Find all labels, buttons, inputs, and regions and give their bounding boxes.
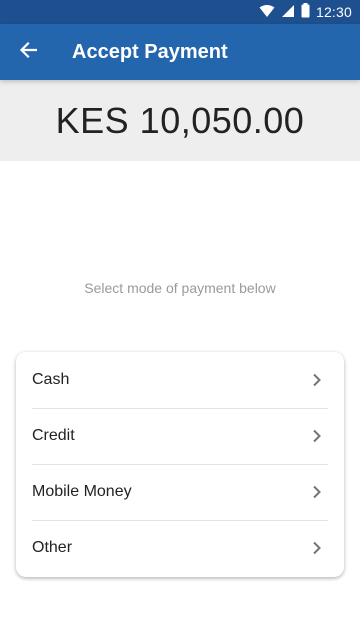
wifi-icon — [259, 4, 275, 21]
option-label: Mobile Money — [32, 483, 132, 500]
signal-icon — [281, 4, 295, 21]
page-title: Accept Payment — [72, 40, 228, 63]
option-label: Credit — [32, 427, 75, 444]
status-time: 12:30 — [315, 4, 352, 20]
chevron-right-icon — [310, 429, 324, 443]
payment-options-card: Cash Credit Mobile Money Other — [16, 352, 344, 577]
chevron-right-icon — [310, 541, 324, 555]
option-other[interactable]: Other — [32, 520, 328, 576]
chevron-right-icon — [310, 373, 324, 387]
payment-hint: Select mode of payment below — [84, 280, 276, 296]
option-cash[interactable]: Cash — [32, 352, 328, 408]
chevron-right-icon — [310, 485, 324, 499]
option-credit[interactable]: Credit — [32, 408, 328, 464]
option-mobile-money[interactable]: Mobile Money — [32, 464, 328, 520]
app-bar: Accept Payment — [0, 24, 360, 80]
option-label: Other — [32, 539, 73, 556]
status-bar: 12:30 — [0, 0, 360, 24]
option-label: Cash — [32, 371, 70, 388]
arrow-left-icon — [19, 41, 38, 64]
amount-due: KES 10,050.00 — [55, 99, 305, 141]
back-button[interactable] — [0, 24, 56, 80]
battery-icon — [301, 3, 310, 21]
amount-panel: KES 10,050.00 — [0, 80, 360, 161]
